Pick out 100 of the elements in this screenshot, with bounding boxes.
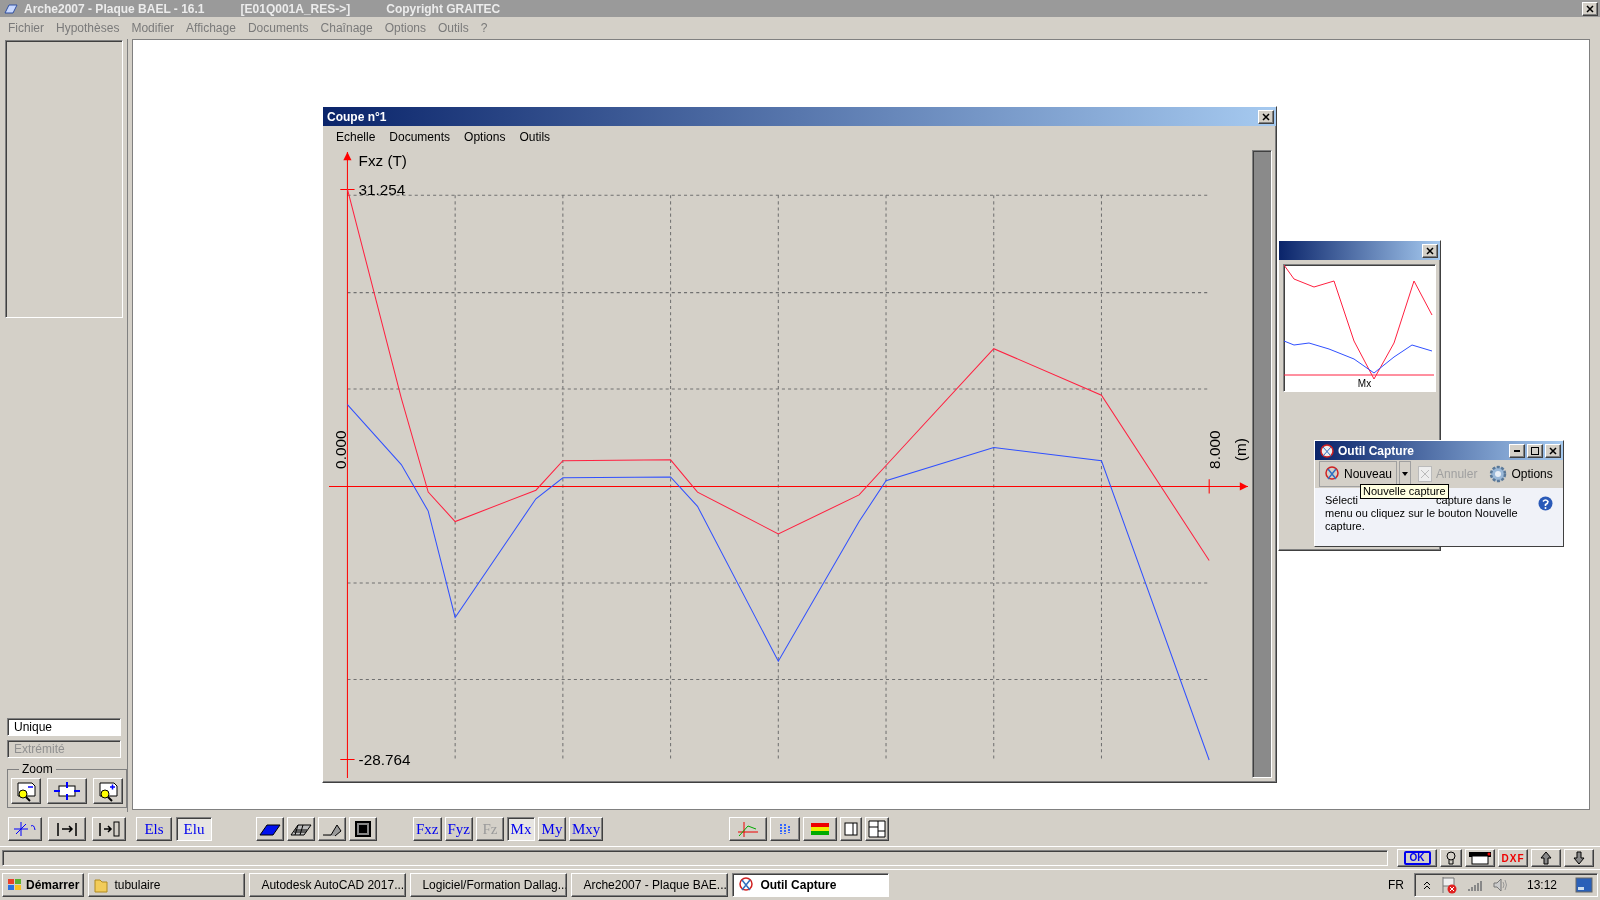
up-button[interactable] (1531, 849, 1561, 867)
mesh-icon (290, 821, 312, 837)
load-case-button[interactable]: Elu (176, 817, 212, 841)
result-button[interactable]: Fxz (413, 817, 442, 841)
help-icon[interactable] (1538, 496, 1553, 511)
graph-button[interactable] (729, 817, 768, 841)
square-icon (355, 821, 371, 837)
close-icon (1586, 4, 1594, 13)
scissors-icon (738, 877, 755, 893)
windows-logo-icon (7, 878, 23, 892)
arrow-button[interactable] (92, 817, 126, 841)
menu-item[interactable]: Documents (382, 130, 458, 144)
grid-icon (868, 820, 887, 838)
bulb-button[interactable] (1440, 849, 1462, 867)
options-button[interactable]: Options (1484, 461, 1558, 487)
axis-title: Fxz (T) (358, 152, 407, 170)
taskbar-button[interactable]: Autodesk AutoCAD 2017... (249, 873, 407, 897)
close-icon (1549, 446, 1557, 455)
desktop-icon (1575, 877, 1593, 893)
window-title: Arche2007 - Plaque BAEL - 16.1 (24, 1, 205, 16)
zoom-in-button[interactable] (93, 778, 123, 804)
file-name: [E01Q001A_RES->] (240, 1, 351, 16)
language-indicator[interactable]: FR (1387, 878, 1404, 892)
caret-icon (1402, 472, 1409, 476)
up-arrow-icon (1540, 851, 1552, 865)
light-bulb-icon (1446, 851, 1456, 865)
down-button[interactable] (1564, 849, 1594, 867)
close-icon (1262, 112, 1270, 121)
cross-icon (1418, 466, 1433, 482)
arrow-to-bar-icon (54, 820, 80, 838)
plotter-icon (1468, 851, 1492, 865)
bars-button[interactable] (770, 817, 801, 841)
clock: 13:12 (1526, 878, 1557, 892)
result-button[interactable]: My (538, 817, 566, 841)
square-button[interactable] (349, 817, 377, 841)
result-button[interactable]: Mx (507, 817, 535, 841)
gear-icon (1489, 465, 1508, 483)
window-icon (844, 821, 859, 837)
tick-label: -28.764 (358, 750, 411, 768)
load-case-button[interactable]: Els (136, 817, 172, 841)
taskbar-button[interactable]: Arche2007 - Plaque BAE... (571, 873, 729, 897)
axes-button[interactable] (8, 817, 42, 841)
graph-icon (736, 820, 761, 838)
zoom-in-icon (96, 780, 120, 802)
close-button[interactable] (1422, 243, 1438, 258)
taskbar-button[interactable]: Logiciel/Formation Dallag... (410, 873, 568, 897)
result-button[interactable]: Mxy (569, 817, 604, 841)
taskbar-button[interactable]: Outil Capture (732, 873, 890, 897)
minimize-icon (1513, 449, 1521, 452)
scissors-icon (1319, 443, 1335, 458)
section-button[interactable] (318, 817, 346, 841)
axes-icon (12, 820, 38, 838)
color-scale-icon (810, 822, 831, 836)
printer-button[interactable] (1465, 849, 1495, 867)
scissors-icon (1324, 466, 1340, 482)
zoom-out-icon (14, 780, 38, 802)
zoom-extents-icon (53, 781, 81, 801)
flag-error-icon (1440, 876, 1457, 894)
chart-label: Mx (1357, 379, 1372, 389)
input-field[interactable]: Unique (7, 718, 121, 736)
copyright-text: Copyright GRAITEC (386, 1, 501, 16)
group-label: Zoom (21, 762, 54, 776)
menu-item[interactable]: Options (457, 130, 513, 144)
app-icon (4, 1, 18, 16)
result-button[interactable]: Fyz (444, 817, 473, 841)
arrow-button[interactable] (48, 817, 86, 841)
layout-button[interactable] (865, 817, 890, 841)
down-arrow-icon (1573, 851, 1585, 865)
close-button[interactable] (1258, 109, 1274, 124)
start-button[interactable]: Démarrer (2, 873, 85, 897)
scrollbar[interactable] (1252, 150, 1272, 778)
window-title: Outil Capture (1338, 443, 1415, 458)
minimize-button[interactable] (1509, 443, 1525, 458)
zoom-extents-button[interactable] (47, 778, 87, 804)
unit-label: (m) (1231, 438, 1249, 462)
close-button[interactable] (1545, 443, 1561, 458)
speaker-icon (1492, 877, 1509, 893)
tick-label: 8.000 (1206, 430, 1224, 469)
mesh-button[interactable] (287, 817, 315, 841)
maximize-icon (1531, 446, 1539, 455)
colors-button[interactable] (803, 817, 838, 841)
folder-icon (94, 877, 109, 893)
close-button[interactable] (1582, 1, 1598, 16)
bars-icon (778, 821, 793, 837)
tick-label: 0.000 (332, 430, 350, 469)
menu-item[interactable]: Outils (512, 130, 558, 144)
ok-button[interactable]: OK (1397, 849, 1437, 867)
signal-icon (1466, 878, 1483, 892)
arrow-to-block-icon (96, 820, 122, 838)
zoom-out-button[interactable] (11, 778, 41, 804)
tick-label: 31.254 (358, 180, 406, 198)
chevron-up-icon (1422, 880, 1431, 890)
slab-icon (259, 821, 281, 837)
slab-button[interactable] (256, 817, 284, 841)
window-title: Coupe n°1 (327, 109, 388, 124)
close-icon (1426, 246, 1434, 255)
maximize-button[interactable] (1527, 443, 1543, 458)
taskbar-button[interactable]: tubulaire (88, 873, 246, 897)
menu-item[interactable]: Echelle (329, 130, 383, 144)
window-button[interactable] (840, 817, 863, 841)
